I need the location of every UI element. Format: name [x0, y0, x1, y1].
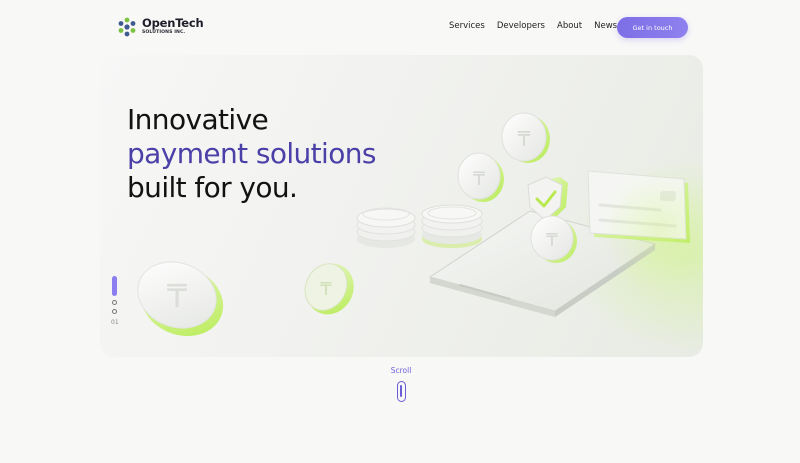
hexagon-dots-logo-icon: [118, 17, 136, 37]
svg-text:₸: ₸: [473, 168, 485, 190]
main-nav: Services Developers About News: [449, 21, 617, 31]
coin-stack-right: [421, 204, 483, 248]
svg-text:₸: ₸: [167, 277, 188, 315]
hero-headline: Innovative payment solutions built for y…: [127, 103, 377, 205]
svg-text:₸: ₸: [546, 230, 558, 251]
nav-link-services[interactable]: Services: [449, 21, 485, 31]
coin-stack-left: [356, 207, 416, 248]
svg-text:₸: ₸: [518, 127, 531, 151]
get-in-touch-button[interactable]: Get in touch: [617, 17, 688, 38]
slide-indicator-dot[interactable]: [112, 309, 118, 314]
brand-text: OpenTech SOLUTIONS INC.: [142, 18, 204, 35]
brand-logo[interactable]: OpenTech SOLUTIONS INC.: [117, 17, 204, 37]
hero-banner: ₸ ₸ ₸ ₸ ₸ Innovative payment solutions b…: [100, 55, 703, 357]
headline-line-1: Innovative: [127, 103, 269, 136]
brand-name: OpenTech: [142, 16, 204, 31]
scroll-label: Scroll: [390, 366, 412, 375]
mouse-scroll-wheel: [400, 385, 403, 397]
slide-indicator-active[interactable]: [112, 276, 118, 296]
nav-link-news[interactable]: News: [594, 21, 617, 31]
nav-link-about[interactable]: About: [557, 21, 582, 31]
mouse-scroll-icon[interactable]: [397, 381, 406, 402]
headline-line-2-accent: payment solutions: [127, 137, 377, 170]
floating-coin-mid: ₸: [457, 152, 504, 202]
slide-indicator-dot[interactable]: [112, 300, 118, 305]
floating-coin-top-right: ₸: [501, 112, 550, 163]
3d-coins-phone-card-shield-illustration: ₸ ₸ ₸ ₸ ₸: [137, 112, 703, 337]
svg-text:₸: ₸: [320, 279, 332, 300]
floating-coin-bottom-left: ₸: [137, 261, 224, 337]
slide-pager: 01: [111, 276, 119, 326]
headline-line-3: built for you.: [127, 171, 298, 204]
floating-coin-bottom-mid: ₸: [304, 263, 354, 315]
slide-number: 01: [111, 319, 119, 326]
nav-link-developers[interactable]: Developers: [497, 21, 545, 31]
brand-subtitle: SOLUTIONS INC.: [142, 29, 186, 35]
